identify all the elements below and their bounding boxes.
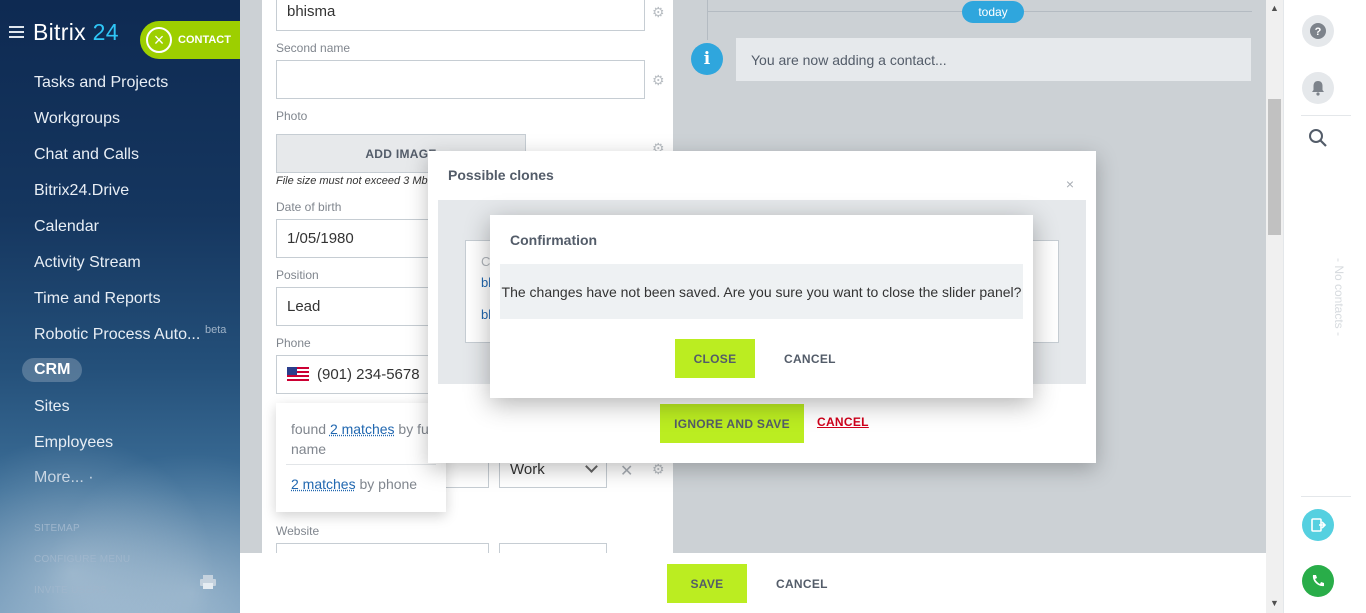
- search-icon[interactable]: [1308, 128, 1328, 153]
- phone-type-value: Work: [510, 460, 545, 478]
- configure-menu-link[interactable]: CONFIGURE MENU: [34, 554, 130, 565]
- us-flag-icon[interactable]: [287, 367, 309, 382]
- second-name-label: Second name: [276, 41, 351, 55]
- timeline-message: You are now adding a contact...: [736, 38, 1251, 81]
- sidebar-item-time-reports[interactable]: Time and Reports: [34, 290, 161, 308]
- clones-cancel-button[interactable]: CANCEL: [817, 415, 869, 429]
- scroll-down-icon[interactable]: ▼: [1270, 598, 1279, 608]
- close-icon: ×: [146, 27, 172, 53]
- today-badge: today: [962, 1, 1024, 23]
- sidebar-item-tasks[interactable]: Tasks and Projects: [34, 74, 168, 92]
- gear-icon[interactable]: ⚙: [652, 5, 665, 19]
- phone-label: Phone: [276, 336, 311, 350]
- confirmation-dialog: Confirmation The changes have not been s…: [490, 215, 1033, 398]
- sidebar-item-drive[interactable]: Bitrix24.Drive: [34, 182, 129, 200]
- invite-users-link[interactable]: INVITE USERS: [34, 585, 107, 596]
- ignore-and-save-button[interactable]: IGNORE AND SAVE: [660, 404, 804, 443]
- match-line-phone: 2 matches by phone: [291, 476, 417, 492]
- card-column-header: C: [481, 254, 491, 269]
- match-text: found: [291, 421, 327, 437]
- match-line-name: found 2 matches by full name: [291, 419, 441, 459]
- vertical-scrollbar[interactable]: ▲ ▼: [1266, 0, 1283, 613]
- website-label: Website: [276, 524, 320, 538]
- left-sidebar: Bitrix 24 × CONTACT Tasks and Projects W…: [0, 0, 240, 613]
- duplicate-matches-popup: found 2 matches by full name 2 matches b…: [276, 403, 446, 512]
- printer-icon[interactable]: [200, 575, 216, 589]
- info-icon: i: [691, 43, 723, 75]
- photo-label: Photo: [276, 109, 308, 123]
- close-icon[interactable]: ×: [1066, 176, 1074, 192]
- phone-call-icon[interactable]: [1302, 565, 1334, 597]
- beta-badge: beta: [205, 324, 227, 336]
- bell-icon[interactable]: [1302, 72, 1334, 104]
- gear-icon[interactable]: ⚙: [652, 462, 665, 476]
- website-type-select[interactable]: [499, 543, 607, 553]
- sidebar-item-more[interactable]: More... ·: [34, 469, 94, 487]
- menu-icon[interactable]: [9, 26, 24, 38]
- sidebar-item-crm[interactable]: CRM: [22, 358, 83, 382]
- position-field[interactable]: Lead: [276, 287, 446, 326]
- sidebar-item-calendar[interactable]: Calendar: [34, 218, 99, 236]
- name-matches-link[interactable]: 2 matches: [330, 421, 395, 437]
- dob-label: Date of birth: [276, 200, 342, 214]
- file-size-note: File size must not exceed 3 Mb: [276, 175, 428, 187]
- match-text: name: [291, 441, 327, 457]
- website-field[interactable]: [276, 543, 489, 553]
- bottom-action-bar: [240, 553, 1266, 613]
- save-button[interactable]: SAVE: [667, 564, 747, 603]
- sitemap-link[interactable]: SITEMAP: [34, 523, 80, 534]
- logo-text: Bitrix: [33, 19, 86, 45]
- phone-field[interactable]: (901) 234-5678: [276, 355, 446, 394]
- sidebar-item-workgroups[interactable]: Workgroups: [34, 110, 120, 128]
- sidebar-item-employees[interactable]: Employees: [34, 434, 113, 452]
- divider: [1301, 496, 1351, 497]
- confirm-cancel-button[interactable]: CANCEL: [784, 352, 836, 366]
- sidebar-item-activity-stream[interactable]: Activity Stream: [34, 254, 141, 272]
- scroll-up-icon[interactable]: ▲: [1270, 3, 1279, 13]
- close-button[interactable]: CLOSE: [675, 339, 755, 378]
- logo-number: 24: [92, 19, 119, 45]
- dialog-title: Confirmation: [510, 232, 598, 248]
- phone-value: (901) 234-5678: [317, 366, 420, 383]
- sidebar-item-chat[interactable]: Chat and Calls: [34, 146, 139, 164]
- match-text: by phone: [359, 476, 418, 492]
- dialog-title: Possible clones: [448, 167, 554, 183]
- phone-matches-link[interactable]: 2 matches: [291, 476, 356, 492]
- right-toolbar: ?: [1283, 0, 1366, 613]
- divider: [286, 464, 436, 465]
- position-label: Position: [276, 268, 319, 282]
- scrollbar-thumb[interactable]: [1268, 99, 1281, 235]
- contact-button-label: CONTACT: [178, 34, 231, 46]
- no-contacts-text: - No contacts -: [1332, 257, 1347, 337]
- svg-text:?: ?: [1315, 26, 1322, 38]
- sidebar-item-rpa[interactable]: Robotic Process Auto...: [34, 326, 200, 344]
- confirmation-message: The changes have not been saved. Are you…: [500, 264, 1023, 319]
- second-name-field[interactable]: [276, 60, 645, 99]
- sidebar-item-sites[interactable]: Sites: [34, 398, 70, 416]
- first-name-field[interactable]: bhisma: [276, 0, 645, 31]
- divider: [1301, 115, 1351, 116]
- remove-icon[interactable]: ✕: [620, 461, 633, 481]
- logo[interactable]: Bitrix 24: [33, 19, 119, 46]
- open-lines-icon[interactable]: [1302, 509, 1334, 541]
- help-icon[interactable]: ?: [1302, 15, 1334, 47]
- dob-field[interactable]: 1/05/1980: [276, 219, 446, 258]
- timeline-line: [707, 0, 708, 40]
- gear-icon[interactable]: ⚙: [652, 73, 665, 87]
- cancel-button[interactable]: CANCEL: [776, 577, 828, 591]
- close-contact-button[interactable]: × CONTACT: [140, 21, 240, 59]
